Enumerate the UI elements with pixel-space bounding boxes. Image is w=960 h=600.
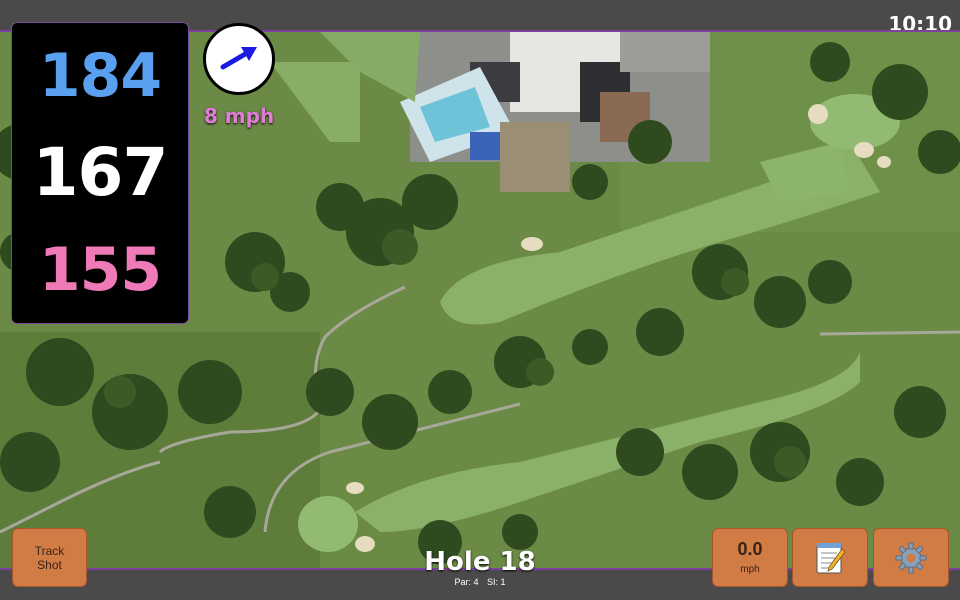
hole-title: Hole 18 <box>424 547 536 577</box>
back-distance: 184 <box>38 41 162 111</box>
wind-indicator <box>203 23 275 95</box>
gear-icon <box>895 542 927 573</box>
hole-details: Par: 4 SI: 1 <box>380 577 580 587</box>
speed-unit: mph <box>740 563 760 575</box>
wind-speed-label: 8 mph <box>203 104 275 128</box>
track-shot-label-line1: Track <box>34 543 65 558</box>
settings-button[interactable] <box>873 528 949 587</box>
distance-panel: 184 167 155 <box>11 22 189 324</box>
speed-button[interactable]: 0.0 mph <box>712 528 788 587</box>
track-shot-label-line2: Shot <box>37 557 62 572</box>
hole-par: Par: 4 <box>454 577 479 587</box>
hole-stroke-index: SI: 1 <box>487 577 506 587</box>
wind-arrow-icon <box>220 47 257 70</box>
notepad-icon <box>816 542 846 573</box>
middle-distance: 167 <box>32 134 169 211</box>
track-shot-button[interactable]: Track Shot <box>12 528 87 587</box>
scorecard-button[interactable] <box>792 528 868 587</box>
front-distance: 155 <box>38 235 162 305</box>
app-screen: 10:10 184 167 155 8 mph Track Shot Hole … <box>0 0 960 600</box>
speed-value: 0.0 <box>737 538 763 559</box>
